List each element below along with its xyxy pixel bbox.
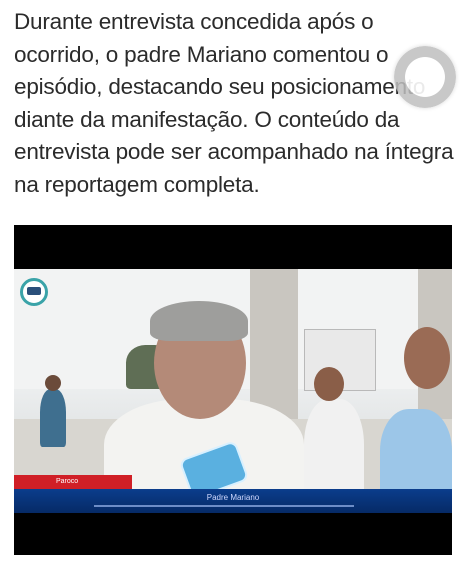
lower-third-banner: Padre Mariano [14, 489, 452, 513]
background-person [40, 389, 66, 447]
loading-spinner-icon [394, 46, 456, 108]
video-player[interactable]: Paroco Padre Mariano [14, 225, 452, 555]
background-person-head [45, 375, 61, 391]
article-line-5: entrevista pode ser acompanhado na ínteg… [14, 139, 454, 164]
article-line-3: episódio, destacando seu posicionamento [14, 74, 426, 99]
article-line-4: diante da manifestação. O conteúdo da [14, 106, 400, 132]
tv-channel-logo-icon [20, 278, 48, 306]
woman-head [314, 367, 344, 401]
article-line-2: ocorrido, o padre Mariano comentou o [14, 41, 389, 67]
lower-third-caption: Paroco [14, 475, 132, 489]
woman-head [404, 327, 450, 389]
article-paragraph: Durante entrevista concedida após o ocor… [14, 6, 454, 201]
article-line-1: Durante entrevista concedida após o [14, 9, 374, 34]
interviewee-name: Padre Mariano [206, 493, 260, 502]
priest-hair [150, 301, 248, 341]
article-line-6: na reportagem completa. [14, 171, 260, 197]
ticker-line [94, 505, 354, 507]
video-controls-area[interactable] [14, 513, 452, 555]
video-frame[interactable]: Paroco Padre Mariano [14, 269, 452, 513]
